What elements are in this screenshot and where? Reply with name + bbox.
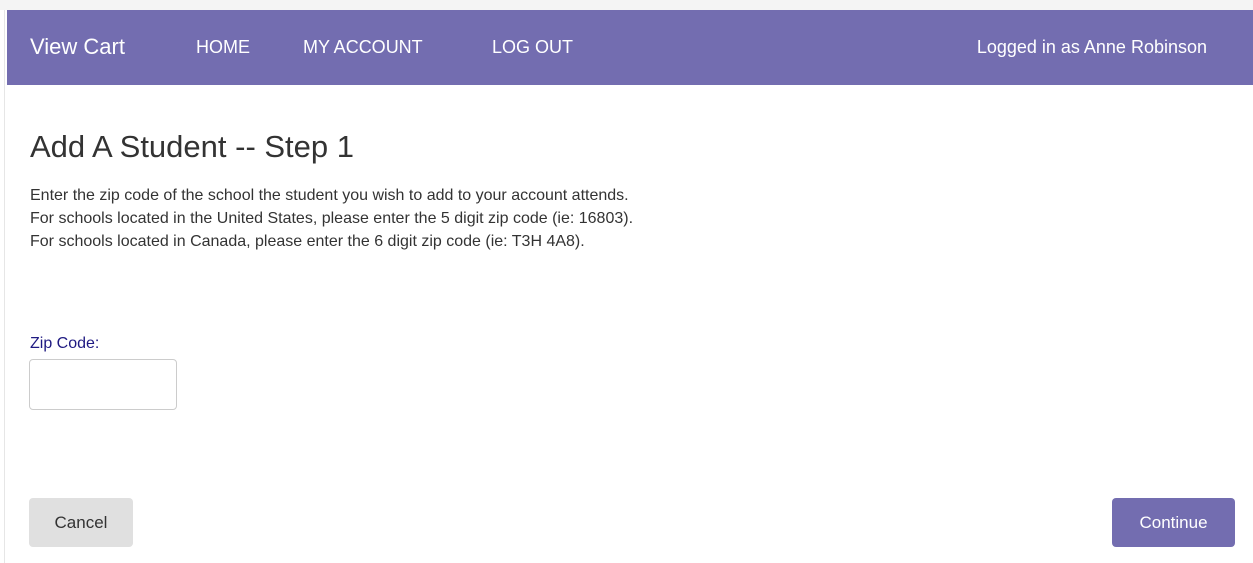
zip-code-label: Zip Code: xyxy=(30,335,100,352)
zip-code-input[interactable] xyxy=(29,359,177,410)
page-title: Add A Student -- Step 1 xyxy=(30,129,355,164)
navbar: View Cart HOME MY ACCOUNT LOG OUT Logged… xyxy=(7,10,1253,85)
instruction-line: For schools located in Canada, please en… xyxy=(30,233,585,250)
left-divider xyxy=(4,10,5,563)
instruction-line: Enter the zip code of the school the stu… xyxy=(30,187,629,204)
top-strip xyxy=(0,0,1253,10)
nav-my-account-link[interactable]: MY ACCOUNT xyxy=(303,36,423,58)
view-cart-link[interactable]: View Cart xyxy=(30,34,125,60)
page: View Cart HOME MY ACCOUNT LOG OUT Logged… xyxy=(0,0,1253,563)
instruction-line: For schools located in the United States… xyxy=(30,210,634,227)
nav-log-out-link[interactable]: LOG OUT xyxy=(492,36,573,58)
continue-button[interactable]: Continue xyxy=(1112,498,1235,547)
instructions: Enter the zip code of the school the stu… xyxy=(30,184,633,253)
logged-in-status: Logged in as Anne Robinson xyxy=(976,37,1207,57)
nav-home-link[interactable]: HOME xyxy=(196,36,250,58)
cancel-button[interactable]: Cancel xyxy=(29,498,133,547)
